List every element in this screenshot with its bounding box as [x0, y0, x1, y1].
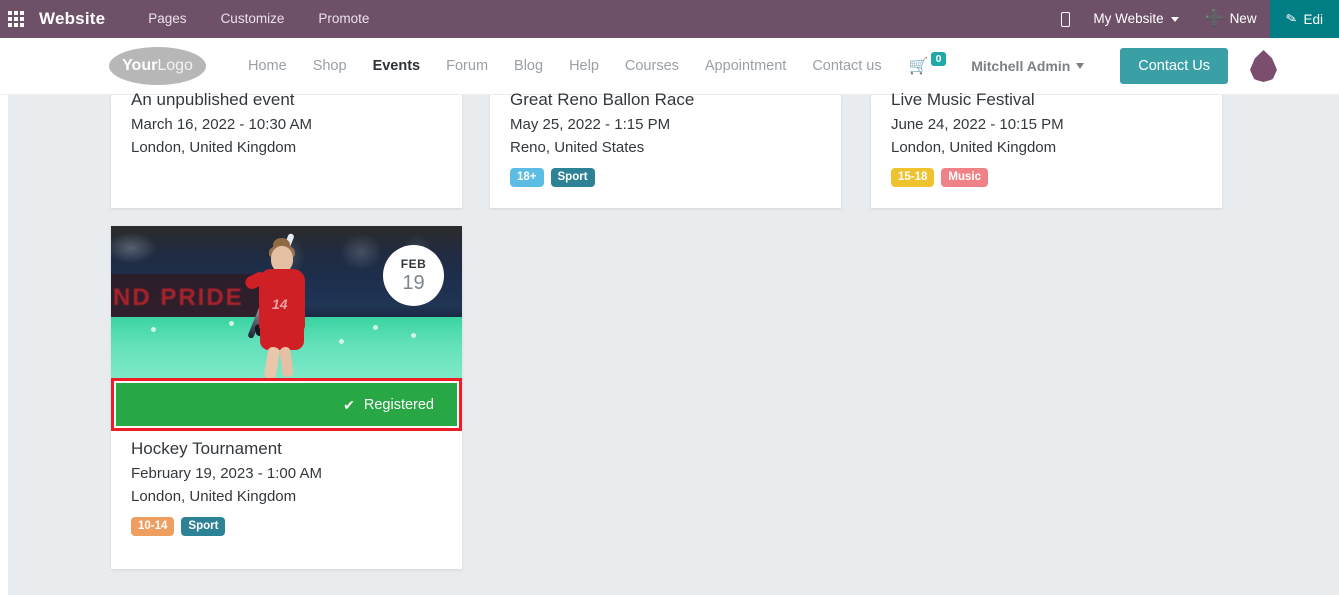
registered-status-bar[interactable]: ✔ Registered — [116, 383, 457, 426]
nav-item-forum[interactable]: Forum — [433, 38, 501, 95]
event-card-featured[interactable]: ND PRIDE 14 FEB 19 ✔ Registered Hockey T… — [111, 226, 462, 569]
site-navigation: Home Shop Events Forum Blog Help Courses… — [235, 38, 895, 95]
event-card-body: Great Reno Ballon Race May 25, 2022 - 1:… — [490, 89, 841, 187]
event-date: June 24, 2022 - 10:15 PM — [891, 116, 1064, 133]
event-title[interactable]: An unpublished event — [131, 89, 442, 111]
event-card[interactable]: Live Music Festival June 24, 2022 - 10:1… — [871, 90, 1222, 208]
event-location: London, United Kingdom — [891, 139, 1057, 156]
nav-item-help[interactable]: Help — [556, 38, 612, 95]
registered-highlight-box: ✔ Registered — [111, 378, 462, 431]
menu-item-pages[interactable]: Pages — [131, 0, 203, 38]
event-card[interactable]: Great Reno Ballon Race May 25, 2022 - 1:… — [490, 90, 841, 208]
header-right-group: Mitchell Admin Contact Us — [971, 48, 1339, 84]
website-header: Your Logo Home Shop Events Forum Blog Hel… — [0, 38, 1339, 95]
nav-item-contact-us[interactable]: Contact us — [799, 38, 894, 95]
user-menu[interactable]: Mitchell Admin — [971, 58, 1085, 74]
field-hockey-player-photo: ND PRIDE 14 FEB 19 — [111, 226, 462, 378]
check-icon: ✔ — [343, 396, 355, 413]
shopping-cart-icon: 🛒 — [908, 58, 929, 75]
event-tag[interactable]: Sport — [550, 168, 595, 187]
event-card-body: Hockey Tournament February 19, 2023 - 1:… — [111, 438, 462, 536]
event-tags: 15-18 Music — [891, 168, 1202, 187]
website-selector-label: My Website — [1093, 11, 1164, 26]
event-date: March 16, 2022 - 10:30 AM — [131, 116, 312, 133]
event-card-body: Live Music Festival June 24, 2022 - 10:1… — [871, 89, 1222, 187]
cart-count-badge: 0 — [930, 52, 947, 66]
events-grid: An unpublished event March 16, 2022 - 10… — [0, 90, 1339, 595]
event-tag[interactable]: Sport — [181, 517, 226, 536]
website-selector[interactable]: My Website — [1080, 0, 1191, 38]
new-button-label: New — [1229, 11, 1257, 26]
menu-item-customize[interactable]: Customize — [204, 0, 302, 38]
odoo-top-bar: Website Pages Customize Promote My Websi… — [0, 0, 1339, 38]
pencil-icon: ✎ — [1284, 10, 1298, 27]
chevron-down-icon — [1170, 16, 1179, 22]
menu-item-promote[interactable]: Promote — [301, 0, 386, 38]
app-name-website[interactable]: Website — [39, 9, 105, 29]
event-card[interactable]: An unpublished event March 16, 2022 - 10… — [111, 90, 462, 208]
user-menu-label: Mitchell Admin — [971, 58, 1071, 74]
event-title[interactable]: Live Music Festival — [891, 89, 1202, 111]
odoo-menu: Pages Customize Promote — [131, 0, 386, 38]
edit-button-label: Edi — [1303, 11, 1323, 27]
event-date: May 25, 2022 - 1:15 PM — [510, 116, 671, 133]
apps-grid-icon[interactable] — [3, 0, 29, 38]
new-button[interactable]: ➕ New — [1192, 0, 1270, 38]
event-tag[interactable]: 10-14 — [131, 517, 175, 536]
nav-item-blog[interactable]: Blog — [501, 38, 556, 95]
event-title[interactable]: Great Reno Ballon Race — [510, 89, 821, 111]
topbar-right-group: My Website ➕ New ✎ Edi — [1050, 0, 1339, 38]
event-tag[interactable]: 15-18 — [891, 168, 935, 187]
date-badge-day: 19 — [402, 271, 425, 294]
nav-item-appointment[interactable]: Appointment — [692, 38, 799, 95]
event-location: Reno, United States — [510, 139, 645, 156]
event-location: London, United Kingdom — [131, 139, 297, 156]
chevron-down-icon — [1076, 63, 1085, 69]
livechat-bubble-icon[interactable] — [1250, 50, 1277, 82]
logo-text-light: Logo — [157, 57, 193, 74]
event-tag[interactable]: 18+ — [510, 168, 544, 187]
registered-label: Registered — [363, 396, 434, 413]
event-tags: 18+ Sport — [510, 168, 821, 187]
event-location: London, United Kingdom — [131, 488, 297, 505]
event-tag[interactable]: Music — [941, 168, 989, 187]
cart-button[interactable]: 🛒 0 — [908, 52, 947, 76]
event-title[interactable]: Hockey Tournament — [131, 438, 442, 460]
edit-button[interactable]: ✎ Edi — [1269, 0, 1339, 38]
date-badge-month: FEB — [400, 256, 427, 271]
site-logo[interactable]: Your Logo — [109, 47, 206, 85]
mobile-phone-icon[interactable] — [1050, 0, 1080, 38]
nav-item-events[interactable]: Events — [360, 38, 434, 95]
nav-item-home[interactable]: Home — [235, 38, 300, 95]
event-date: February 19, 2023 - 1:00 AM — [131, 465, 322, 482]
event-card-body: An unpublished event March 16, 2022 - 10… — [111, 89, 462, 159]
event-tags: 10-14 Sport — [131, 517, 442, 536]
nav-item-courses[interactable]: Courses — [612, 38, 692, 95]
logo-text-bold: Your — [122, 57, 158, 74]
nav-item-shop[interactable]: Shop — [300, 38, 360, 95]
event-date-badge: FEB 19 — [383, 245, 444, 306]
contact-us-button[interactable]: Contact Us — [1120, 48, 1228, 84]
plus-icon: ➕ — [1204, 10, 1225, 27]
